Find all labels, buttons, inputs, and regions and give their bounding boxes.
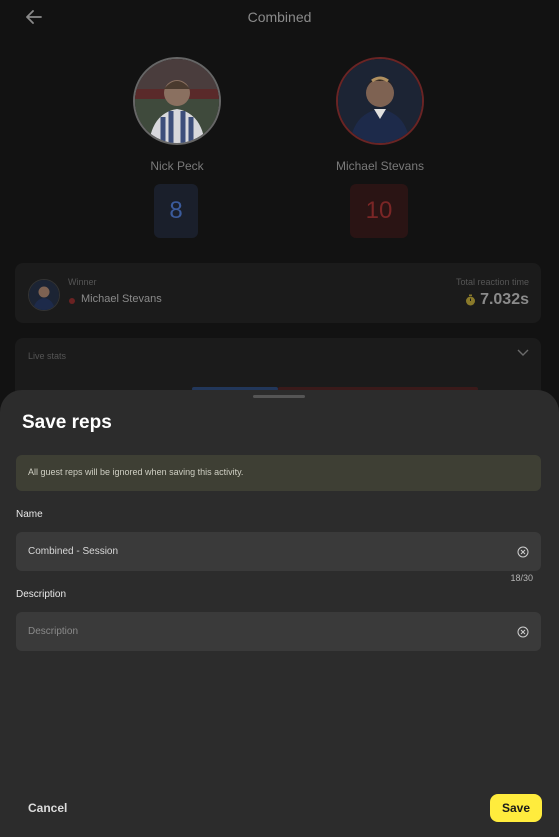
save-reps-sheet: Save reps All guest reps will be ignored… bbox=[0, 390, 559, 837]
avatar bbox=[336, 57, 424, 145]
sheet-drag-handle[interactable] bbox=[253, 395, 305, 398]
save-button[interactable]: Save bbox=[490, 794, 542, 822]
total-reaction-time-label: Total reaction time bbox=[455, 277, 529, 287]
player-name: Nick Peck bbox=[150, 159, 204, 173]
winner-avatar bbox=[28, 279, 60, 311]
winner-card: Winner Michael Stevans Total reaction ti… bbox=[15, 263, 541, 323]
live-stats-card[interactable]: Live stats bbox=[15, 338, 541, 398]
name-character-counter: 18/30 bbox=[510, 573, 533, 583]
name-input[interactable] bbox=[28, 532, 498, 571]
name-label: Name bbox=[16, 509, 43, 520]
chevron-down-icon[interactable] bbox=[517, 349, 529, 357]
stopwatch-icon bbox=[466, 294, 476, 306]
player-name: Michael Stevans bbox=[335, 159, 425, 173]
total-reaction-time-value: 7.032s bbox=[480, 291, 529, 308]
clear-circle-icon[interactable] bbox=[517, 626, 529, 638]
name-field[interactable] bbox=[16, 532, 541, 571]
cancel-button[interactable]: Cancel bbox=[28, 801, 67, 815]
total-reaction-time: 7.032s bbox=[465, 291, 529, 309]
winner-color-dot bbox=[69, 298, 75, 304]
player-score-1: 8 bbox=[154, 184, 198, 238]
sheet-title: Save reps bbox=[22, 412, 112, 433]
guest-reps-notice: All guest reps will be ignored when savi… bbox=[16, 455, 541, 491]
description-label: Description bbox=[16, 589, 67, 600]
player-score-2: 10 bbox=[350, 184, 408, 238]
description-input[interactable] bbox=[28, 612, 498, 651]
winner-label: Winner bbox=[68, 277, 97, 287]
top-bar: Combined bbox=[0, 0, 559, 36]
live-stats-label: Live stats bbox=[28, 351, 67, 361]
clear-circle-icon[interactable] bbox=[517, 546, 529, 558]
player-card-2: Michael Stevans bbox=[335, 57, 425, 173]
winner-name: Michael Stevans bbox=[81, 293, 162, 305]
avatar bbox=[133, 57, 221, 145]
description-field[interactable] bbox=[16, 612, 541, 651]
notice-text: All guest reps will be ignored when savi… bbox=[28, 467, 244, 477]
page-title: Combined bbox=[247, 9, 312, 25]
player-card-1: Nick Peck bbox=[132, 57, 222, 173]
